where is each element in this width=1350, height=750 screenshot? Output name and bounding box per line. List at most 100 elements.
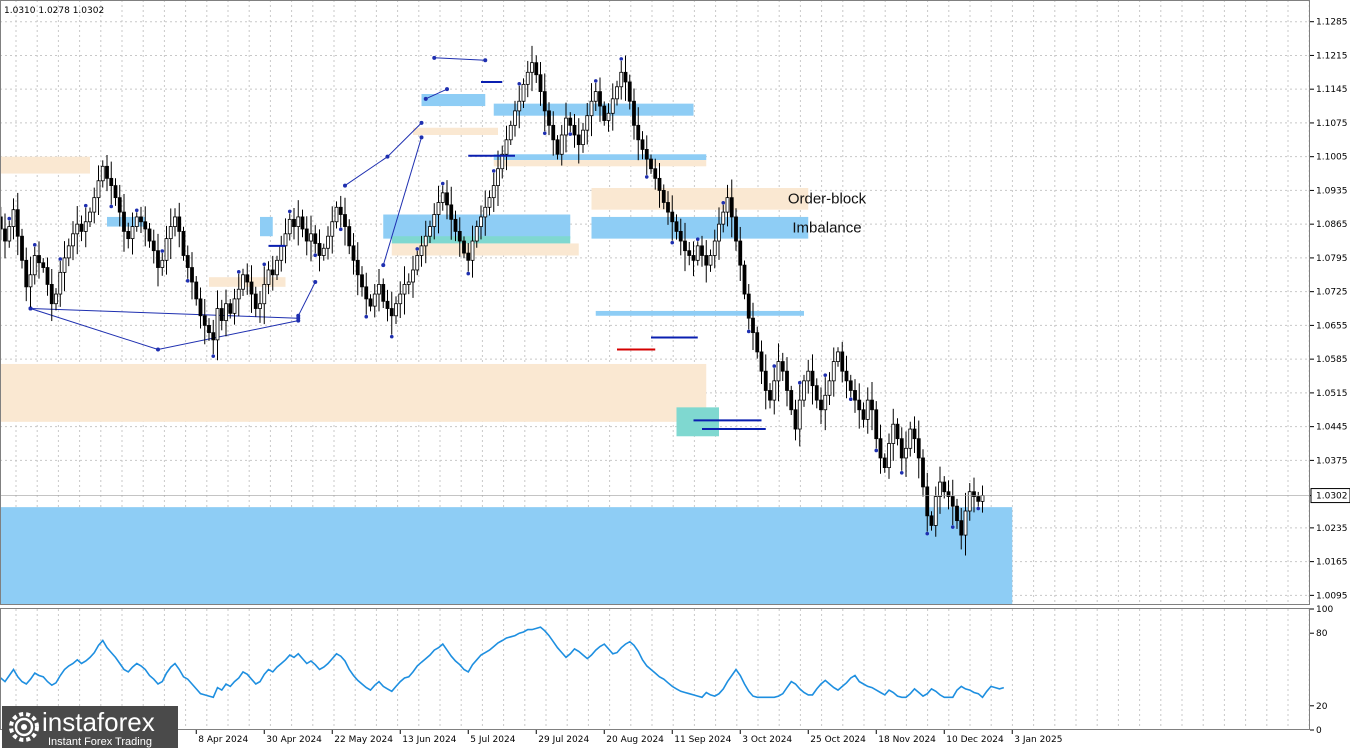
candle-body-down	[228, 303, 233, 314]
time-tick-label: 22 May 2024	[334, 735, 393, 745]
candle-body-down	[861, 409, 866, 420]
candle-body-up	[517, 100, 522, 112]
candle-body-down	[691, 255, 696, 261]
candle-body-down	[466, 252, 471, 261]
annotations: Order-block Imbalance	[788, 191, 867, 237]
candle-body-down	[304, 228, 309, 242]
demand-zone	[493, 154, 707, 161]
candle-body-down	[109, 177, 114, 186]
time-tick-label: 5 Jul 2024	[470, 735, 515, 745]
candle-body-up	[275, 259, 279, 276]
candle-body-down	[789, 390, 794, 411]
candle-body-up	[62, 257, 67, 273]
candle-body-up	[54, 293, 58, 305]
fractal-dot	[976, 506, 981, 511]
candle-body-up	[797, 399, 802, 430]
candle-body-up	[440, 192, 445, 203]
candle-body-up	[92, 197, 97, 213]
candle-body-down	[921, 457, 925, 488]
swing-point	[296, 313, 301, 318]
overlap-zone	[676, 407, 719, 437]
fractal-dot	[772, 364, 777, 368]
candle-body-up	[564, 117, 568, 136]
fractal-dot	[109, 204, 114, 209]
candle-body-down	[899, 438, 904, 459]
candle-body-up	[266, 269, 271, 285]
candle-body-down	[381, 284, 386, 302]
candle-body-up	[88, 211, 92, 223]
candle-body-down	[105, 165, 109, 179]
fractal-dot	[950, 525, 955, 529]
candle-body-down	[143, 221, 148, 230]
candle-body-up	[11, 209, 16, 227]
candle-body-up	[7, 226, 12, 242]
candle-body-down	[190, 267, 194, 283]
time-tick-label: 3 Jan 2025	[1014, 735, 1062, 745]
candle-body-down	[202, 315, 207, 326]
candle-body-down	[355, 259, 360, 276]
candle-body-up	[236, 288, 241, 300]
candle-body-down	[364, 286, 369, 300]
fractal-dot	[415, 247, 420, 251]
supply-zone	[413, 127, 498, 135]
price-tick-label: 1.0795	[1316, 254, 1348, 264]
rsi-tick-label: 0	[1316, 726, 1322, 736]
candle-body-up	[402, 284, 407, 295]
candle-body-down	[15, 209, 20, 237]
candle-body-down	[551, 124, 556, 141]
candle-body-down	[117, 197, 122, 213]
candle-body-down	[848, 380, 853, 391]
price-tick-label: 1.0515	[1316, 389, 1348, 399]
candle-body-up	[772, 380, 777, 401]
fractal-dot	[797, 380, 802, 385]
candle-body-up	[610, 98, 615, 114]
candle-body-down	[249, 281, 254, 295]
fractal-dot	[823, 373, 828, 377]
candle-body-up	[164, 238, 169, 261]
swing-line	[30, 308, 299, 351]
candle-body-up	[334, 206, 339, 223]
price-tick-label: 1.0445	[1316, 423, 1348, 433]
price-chart[interactable]: Order-blockImbalance 1.12851.12151.11451…	[0, 0, 1350, 750]
candle-body-up	[487, 197, 492, 208]
candle-body-down	[292, 218, 296, 227]
candle-body-up	[891, 423, 896, 444]
candle-body-up	[585, 115, 590, 131]
candle-body-up	[330, 221, 335, 237]
candle-body-up	[32, 255, 37, 276]
candle-body-up	[823, 394, 828, 411]
candle-body-up	[712, 240, 717, 256]
price-tick-label: 1.0585	[1316, 355, 1348, 365]
candle-body-down	[389, 308, 394, 317]
fractal-dot	[134, 208, 139, 213]
candles	[0, 45, 1310, 556]
candle-body-up	[802, 380, 806, 401]
candle-body-up	[160, 259, 165, 268]
candle-body-down	[814, 385, 819, 401]
candle-body-up	[372, 293, 377, 307]
time-tick-label: 25 Oct 2024	[810, 735, 866, 745]
candle-body-up	[215, 308, 220, 341]
candle-body-down	[360, 274, 364, 288]
candle-body-down	[538, 74, 543, 92]
candle-body-up	[513, 110, 517, 126]
time-tick-label: 3 Oct 2024	[742, 735, 792, 745]
brand-tagline: Instant Forex Trading	[48, 736, 152, 748]
candle-body-up	[100, 165, 105, 182]
candle-body-up	[831, 361, 836, 382]
candle-body-up	[262, 284, 267, 305]
candle-body-up	[865, 399, 870, 420]
fractal-dot	[32, 243, 37, 247]
candle-body-down	[649, 158, 653, 170]
candle-body-up	[717, 223, 721, 242]
candle-body-up	[530, 62, 534, 73]
candle-body-up	[483, 206, 488, 218]
price-tick-label: 1.0375	[1316, 456, 1348, 466]
candle-body-down	[734, 216, 738, 242]
candle-body-down	[126, 230, 131, 240]
candle-body-down	[653, 168, 658, 179]
candle-body-up	[377, 284, 381, 295]
candle-body-up	[411, 269, 415, 283]
candle-body-down	[844, 370, 849, 382]
candle-body-down	[45, 267, 50, 285]
